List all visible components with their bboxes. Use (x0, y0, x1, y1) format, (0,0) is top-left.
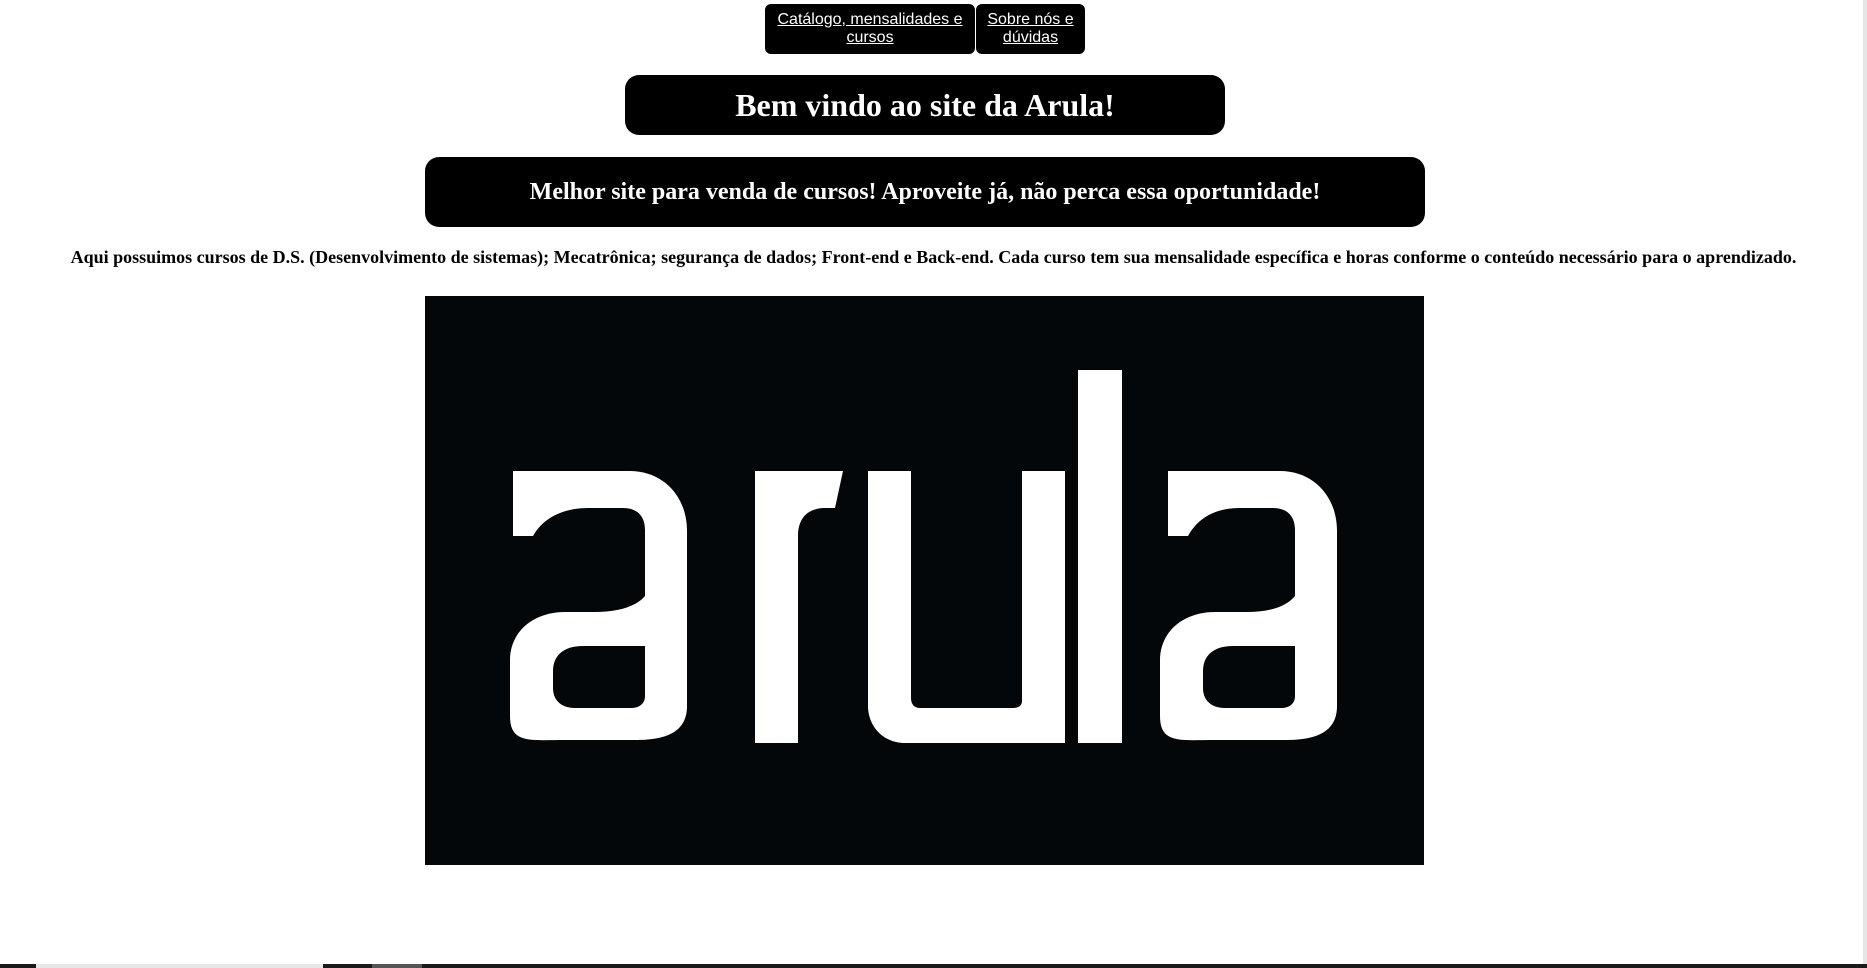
logo-letter-a-2 (1160, 471, 1337, 741)
horizontal-scrollbar-thumb[interactable] (36, 964, 323, 968)
arula-logo-image (425, 296, 1424, 865)
logo-letter-l (1078, 370, 1122, 743)
logo-letter-a (510, 471, 687, 741)
horizontal-scrollbar-segment (372, 964, 422, 968)
top-nav: Catálogo, mensalidades e cursos Sobre nó… (765, 4, 1085, 54)
page: Catálogo, mensalidades e cursos Sobre nó… (0, 0, 1867, 968)
welcome-title: Bem vindo ao site da Arula! (625, 75, 1225, 135)
promo-banner: Melhor site para venda de cursos! Aprove… (425, 157, 1425, 227)
vertical-scrollbar[interactable] (1863, 0, 1867, 968)
catalog-link[interactable]: Catálogo, mensalidades e cursos (765, 4, 975, 54)
about-link[interactable]: Sobre nós e dúvidas (976, 4, 1085, 54)
logo-letter-u (868, 471, 1065, 743)
courses-description: Aqui possuimos cursos de D.S. (Desenvolv… (70, 247, 1797, 267)
logo-letter-r (755, 471, 843, 743)
arula-logo-wordmark (510, 370, 1337, 743)
